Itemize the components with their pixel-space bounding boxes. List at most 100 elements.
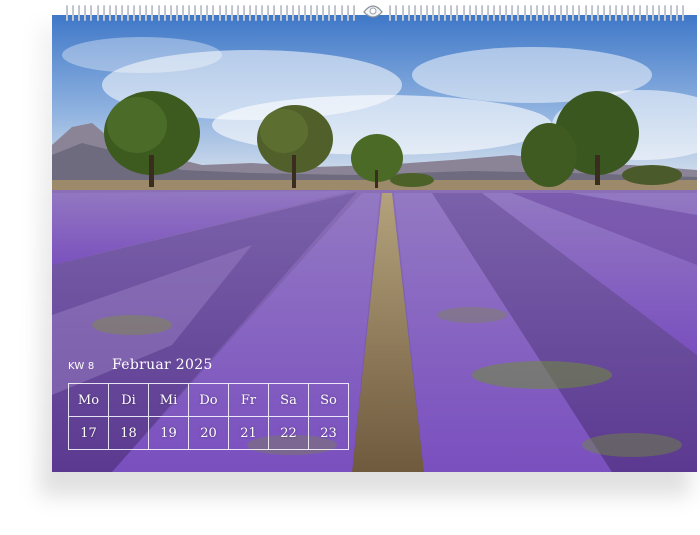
spiral-loop — [425, 5, 428, 21]
spiral-loop — [554, 5, 556, 21]
spiral-loop — [432, 5, 434, 21]
spiral-loop — [163, 5, 166, 21]
spiral-loop — [127, 5, 129, 21]
spiral-loop — [596, 5, 599, 21]
spiral-loop — [139, 5, 142, 21]
calendar-header: KW 8 Februar 2025 — [68, 357, 349, 377]
spiral-loop — [102, 5, 105, 21]
spiral-loop — [212, 5, 215, 21]
spiral-loop — [291, 5, 294, 21]
spiral-loop — [493, 5, 495, 21]
spiral-loop — [401, 5, 404, 21]
spiral-loop — [66, 5, 68, 21]
spiral-loop — [676, 5, 678, 21]
spiral-loop — [230, 5, 233, 21]
spiral-loop — [303, 5, 306, 21]
day-cell: 22 — [269, 417, 309, 450]
spiral-loop — [328, 5, 331, 21]
spiral-loop — [608, 5, 611, 21]
spiral-loop — [249, 5, 251, 21]
spiral-loop — [346, 5, 349, 21]
spiral-loop — [639, 5, 642, 21]
spiral-loop — [413, 5, 416, 21]
spiral-loop — [438, 5, 441, 21]
spiral-loop — [352, 5, 355, 21]
spiral-loop — [188, 5, 190, 21]
spiral-loop — [90, 5, 93, 21]
spiral-loop — [566, 5, 569, 21]
weekday-header: Mi — [149, 384, 189, 417]
weekday-header: Di — [109, 384, 149, 417]
spiral-loop — [224, 5, 227, 21]
spiral-loop — [395, 5, 398, 21]
spiral-loop — [578, 5, 581, 21]
weekday-header: So — [309, 384, 349, 417]
month-title: Februar 2025 — [112, 357, 213, 373]
spiral-loop — [657, 5, 660, 21]
spiral-loop — [261, 5, 264, 21]
spiral-loop — [505, 5, 508, 21]
weekday-header: Mo — [69, 384, 109, 417]
spiral-loop — [511, 5, 514, 21]
weekday-header: Sa — [269, 384, 309, 417]
spiral-loop — [633, 5, 636, 21]
spiral-loop — [517, 5, 520, 21]
spiral-loop — [389, 5, 392, 21]
spiral-loop — [682, 5, 685, 21]
spiral-loop — [663, 5, 666, 21]
spiral-loop — [236, 5, 239, 21]
hanger-hook-icon — [363, 5, 383, 18]
spiral-loop — [584, 5, 587, 21]
spiral-loop — [194, 5, 197, 21]
spiral-loop — [316, 5, 319, 21]
spiral-loop — [175, 5, 178, 21]
spiral-loop — [340, 5, 343, 21]
spiral-loop — [310, 5, 312, 21]
spiral-loop — [78, 5, 81, 21]
spiral-loop — [450, 5, 453, 21]
spiral-loop — [456, 5, 459, 21]
spiral-loop — [151, 5, 154, 21]
spiral-loop — [72, 5, 75, 21]
spiral-loop — [486, 5, 489, 21]
spiral-loop — [627, 5, 630, 21]
spiral-loop — [523, 5, 526, 21]
spiral-loop — [602, 5, 605, 21]
spiral-loop — [669, 5, 672, 21]
spiral-loop — [120, 5, 123, 21]
spiral-loop — [133, 5, 136, 21]
spiral-loop — [560, 5, 563, 21]
spiral-loop — [96, 5, 99, 21]
spiral-loop — [529, 5, 532, 21]
spiral-loop — [242, 5, 245, 21]
spiral-loop — [169, 5, 172, 21]
weekday-header: Do — [189, 384, 229, 417]
spiral-loop — [322, 5, 325, 21]
spiral-loop — [297, 5, 300, 21]
spiral-loop — [468, 5, 471, 21]
spiral-loop — [444, 5, 447, 21]
spiral-loop — [407, 5, 410, 21]
spiral-loop — [267, 5, 270, 21]
spiral-loop — [645, 5, 648, 21]
spiral-loop — [279, 5, 282, 21]
day-cell: 17 — [69, 417, 109, 450]
spiral-loop — [285, 5, 288, 21]
spiral-loop — [181, 5, 184, 21]
calendar-overlay: KW 8 Februar 2025 Mo Di Mi Do Fr Sa So 1… — [68, 357, 349, 450]
spiral-loop — [108, 5, 111, 21]
spiral-loop — [334, 5, 337, 21]
day-cell: 21 — [229, 417, 269, 450]
spiral-loop — [651, 5, 654, 21]
spiral-loop — [419, 5, 422, 21]
week-number: KW 8 — [68, 361, 95, 372]
spiral-loop — [84, 5, 87, 21]
spiral-loop — [218, 5, 221, 21]
spiral-loop — [206, 5, 209, 21]
day-cell: 23 — [309, 417, 349, 450]
week-grid: Mo Di Mi Do Fr Sa So 17 18 19 20 21 22 2… — [68, 383, 349, 450]
spiral-loop — [200, 5, 203, 21]
day-cell: 19 — [149, 417, 189, 450]
spiral-loop — [114, 5, 117, 21]
spiral-loop — [145, 5, 148, 21]
